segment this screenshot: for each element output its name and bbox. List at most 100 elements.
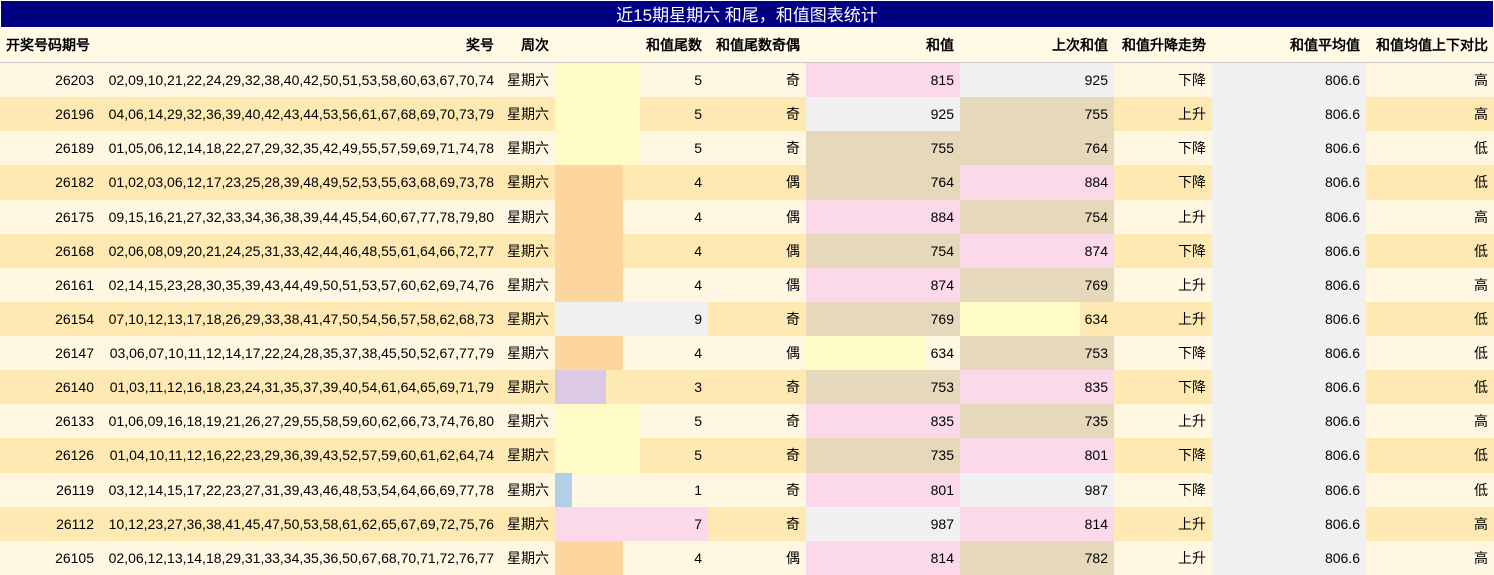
- issue-cell: 26126: [0, 438, 100, 473]
- tail-value-cell: 1: [642, 472, 708, 507]
- weekday-cell: 星期六: [500, 301, 555, 336]
- table-row: 26119 03,12,14,15,17,22,23,27,31,39,43,46…: [0, 472, 1494, 507]
- trend-cell: 上升: [1114, 506, 1212, 541]
- sum-cell: 764: [806, 165, 972, 200]
- prev-sum-value: 884: [1084, 174, 1108, 191]
- prev-sum-cell: 814: [960, 506, 1143, 541]
- header-issue: 开奖号码期号: [0, 28, 100, 63]
- weekday-cell: 星期六: [500, 506, 555, 541]
- trend-cell: 下降: [1114, 165, 1212, 200]
- prev-sum-value: 769: [1084, 276, 1108, 293]
- tail-bar-cell: [555, 472, 642, 507]
- compare-cell: 高: [1366, 97, 1494, 132]
- header-prev-sum: 上次和值: [960, 28, 1114, 63]
- tail-bar: [555, 472, 572, 507]
- sum-value: 925: [930, 106, 954, 123]
- trend-cell: 下降: [1114, 370, 1212, 405]
- trend-cell: 下降: [1114, 233, 1212, 268]
- trend-cell: 下降: [1114, 472, 1212, 507]
- prev-sum-value: 835: [1084, 379, 1108, 396]
- table-row: 26175 09,15,16,21,27,32,33,34,36,38,39,44…: [0, 199, 1494, 234]
- tail-bar-cell: [555, 97, 642, 132]
- avg-cell: 806.6: [1212, 199, 1366, 234]
- trend-cell: 下降: [1114, 131, 1212, 166]
- tail-value-cell: 4: [642, 336, 708, 371]
- sum-cell: 835: [806, 404, 996, 439]
- issue-cell: 26182: [0, 165, 100, 200]
- prev-sum-value: 925: [1084, 72, 1108, 89]
- header-tail: 和值尾数: [555, 28, 708, 63]
- prev-sum-cell: 735: [960, 404, 1115, 439]
- table-row: 26182 01,02,03,06,12,17,23,25,28,39,48,49…: [0, 165, 1494, 200]
- numbers-cell: 02,06,12,13,14,18,29,31,33,34,35,36,50,6…: [100, 540, 500, 575]
- prev-sum-cell: 801: [960, 438, 1138, 473]
- sum-cell: 753: [806, 370, 968, 405]
- header-trend: 和值升降走势: [1114, 28, 1212, 63]
- prev-sum-cell: 755: [960, 97, 1122, 132]
- sum-cell: 769: [806, 301, 973, 336]
- sum-value: 814: [930, 549, 954, 566]
- avg-cell: 806.6: [1212, 131, 1366, 166]
- table-row: 26161 02,14,15,23,28,30,35,39,43,44,49,50…: [0, 267, 1494, 302]
- weekday-cell: 星期六: [500, 336, 555, 371]
- tail-value-cell: 4: [642, 233, 708, 268]
- prev-sum-cell: 835: [960, 370, 1150, 405]
- compare-cell: 高: [1366, 199, 1494, 234]
- issue-cell: 26140: [0, 370, 100, 405]
- sum-value: 874: [930, 276, 954, 293]
- prev-sum-value: 755: [1084, 106, 1108, 123]
- sum-value: 801: [930, 481, 954, 498]
- avg-cell: 806.6: [1212, 336, 1366, 371]
- weekday-cell: 星期六: [500, 165, 555, 200]
- compare-cell: 高: [1366, 540, 1494, 575]
- weekday-cell: 星期六: [500, 370, 555, 405]
- parity-cell: 偶: [708, 267, 806, 302]
- numbers-cell: 10,12,23,27,36,38,41,45,47,50,53,58,61,6…: [100, 506, 500, 541]
- issue-cell: 26203: [0, 62, 100, 98]
- tail-value-cell: 5: [642, 97, 708, 132]
- sum-cell: 815: [806, 62, 989, 98]
- avg-cell: 806.6: [1212, 438, 1366, 473]
- parity-cell: 偶: [708, 540, 806, 575]
- sum-value: 754: [930, 242, 954, 259]
- tail-bar: [555, 97, 640, 132]
- prev-sum-value: 987: [1084, 481, 1108, 498]
- tail-value-cell: 3: [642, 370, 708, 405]
- prev-sum-value: 735: [1084, 413, 1108, 430]
- prev-sum-value: 753: [1084, 345, 1108, 362]
- sum-value: 753: [930, 379, 954, 396]
- issue-cell: 26161: [0, 267, 100, 302]
- table-row: 26154 07,10,12,13,17,18,26,29,33,38,41,47…: [0, 301, 1494, 336]
- tail-bar-cell: [555, 506, 642, 541]
- numbers-cell: 07,10,12,13,17,18,26,29,33,38,41,47,50,5…: [100, 301, 500, 336]
- issue-cell: 26196: [0, 97, 100, 132]
- table-row: 26105 02,06,12,13,14,18,29,31,33,34,35,36…: [0, 540, 1494, 575]
- table-row: 26203 02,09,10,21,22,24,29,32,38,40,42,50…: [0, 62, 1494, 98]
- parity-cell: 偶: [708, 233, 806, 268]
- numbers-cell: 03,12,14,15,17,22,23,27,31,39,43,46,48,5…: [100, 472, 500, 507]
- numbers-cell: 02,09,10,21,22,24,29,32,38,40,42,50,51,5…: [100, 62, 500, 98]
- sum-cell: 814: [806, 540, 989, 575]
- tail-bar: [555, 438, 640, 473]
- prev-sum-cell: 782: [960, 540, 1132, 575]
- numbers-cell: 02,06,08,09,20,21,24,25,31,33,42,44,46,4…: [100, 233, 500, 268]
- compare-cell: 低: [1366, 370, 1494, 405]
- tail-bar-cell: [555, 336, 642, 371]
- trend-cell: 上升: [1114, 301, 1212, 336]
- compare-cell: 高: [1366, 62, 1494, 98]
- prev-sum-value: 874: [1084, 242, 1108, 259]
- tail-bar: [555, 131, 640, 166]
- sum-value: 735: [930, 447, 954, 464]
- header-compare: 和值均值上下对比: [1366, 28, 1494, 63]
- tail-bar-cell: [555, 540, 642, 575]
- prev-sum-value: 764: [1084, 140, 1108, 157]
- tail-bar: [555, 165, 623, 200]
- compare-cell: 低: [1366, 438, 1494, 473]
- prev-sum-cell: 753: [960, 336, 1122, 371]
- tail-bar: [555, 540, 623, 575]
- parity-cell: 偶: [708, 165, 806, 200]
- trend-cell: 下降: [1114, 438, 1212, 473]
- sum-value: 755: [930, 140, 954, 157]
- header-avg: 和值平均值: [1212, 28, 1366, 63]
- tail-bar: [555, 336, 623, 371]
